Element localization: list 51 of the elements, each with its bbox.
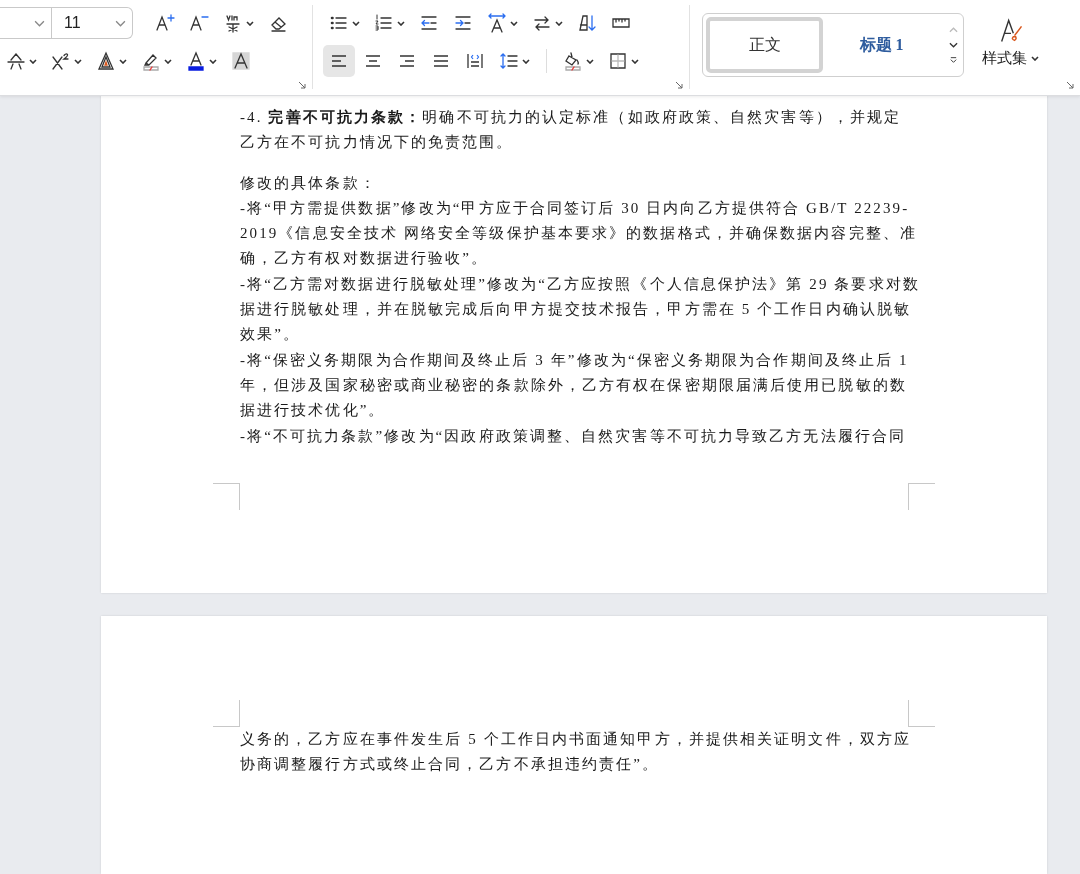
- margin-corner-mark: [213, 700, 240, 727]
- numbered-list-icon: [374, 13, 394, 33]
- caret-icon: [34, 19, 45, 27]
- caret-icon: [1031, 56, 1039, 61]
- outdent-icon: [419, 13, 439, 33]
- align-left-button[interactable]: [323, 45, 355, 77]
- caret-icon: [510, 20, 518, 26]
- dialog-launcher-icon[interactable]: [298, 81, 306, 89]
- grow-font-icon: [155, 13, 175, 33]
- superscript-icon: [51, 51, 71, 71]
- caret-icon: [555, 20, 563, 26]
- caret-icon: [397, 20, 405, 26]
- text-effect-icon: [96, 51, 116, 71]
- character-shading-icon: [231, 51, 251, 71]
- style-set-button[interactable]: 样式集: [978, 13, 1043, 72]
- expand-gallery-icon[interactable]: [949, 57, 958, 63]
- caret-icon: [164, 58, 172, 64]
- caret-icon: [119, 58, 127, 64]
- paragraph: -4. 完善不可抗力条款：明确不可抗力的认定标准（如政府政策、自然灾害等），并规定 乙方在不可抗力情况下的免责范围。: [240, 108, 903, 153]
- paragraph: -将“保密义务期限为合作期间及终止后 3 年”修改为“保密义务期限为合作期间及终止后 1 年，但涉及国家秘密或商业秘密的条款除外，乙方有权在保密期限届满后使用已脱敏的数 据进行技术优化”。: [240, 350, 910, 421]
- sort-icon: [577, 13, 597, 33]
- caret-icon: [74, 58, 82, 64]
- paragraph: -将“不可抗力条款”修改为“因政府政策调整、自然灾害等不可抗力导致乙方无法履行合同: [240, 426, 908, 446]
- caret-icon: [586, 58, 594, 64]
- paragraph: -将“甲方需提供数据”修改为“甲方应于合同签订后 30 日内向乙方提供符合 GB/T 22239- 2019《信息安全技术 网络安全等级保护基本要求》的数据格式，并确保数据内容完整、准 确，乙方有权对数据进行验收”。: [240, 198, 918, 269]
- caret-icon: [209, 58, 217, 64]
- borders-icon: [608, 51, 628, 71]
- caret-icon: [352, 20, 360, 26]
- paragraph: 义务的，乙方应在事件发生后 5 个工作日内书面通知甲方，并提供相关证明文件，双方应 协商调整履行方式或终止合同，乙方不承担违约责任”。: [240, 730, 913, 775]
- caret-icon: [522, 58, 530, 64]
- style-option[interactable]: 正文: [706, 17, 823, 73]
- caret-icon: [115, 19, 126, 27]
- dialog-launcher-icon[interactable]: [675, 81, 683, 89]
- dialog-launcher-icon[interactable]: [1066, 81, 1074, 89]
- paint-bucket-icon: [563, 51, 583, 71]
- margin-corner-mark: [908, 483, 935, 510]
- scroll-down-icon[interactable]: [949, 42, 958, 48]
- paragraph: -将“乙方需对数据进行脱敏处理”修改为“乙方应按照《个人信息保护法》第 29 条要求对数 据进行脱敏处理，并在脱敏完成后向甲方提交技术报告，甲方需在 5 个工作日内确认脱敏 效果”。: [240, 274, 921, 345]
- line-spacing-icon: [499, 51, 519, 71]
- margin-corner-mark: [213, 483, 240, 510]
- caret-icon: [29, 58, 37, 64]
- character-spacing-icon: [487, 13, 507, 33]
- strike-through-icon: [6, 51, 26, 71]
- caret-icon: [631, 58, 639, 64]
- shrink-font-icon: [189, 13, 209, 33]
- caret-icon: [246, 20, 254, 26]
- indent-icon: [453, 13, 473, 33]
- margin-corner-mark: [908, 700, 935, 727]
- distribute-icon: [465, 51, 485, 71]
- font-color-icon: [186, 51, 206, 71]
- paragraph: 修改的具体条款：: [240, 173, 378, 193]
